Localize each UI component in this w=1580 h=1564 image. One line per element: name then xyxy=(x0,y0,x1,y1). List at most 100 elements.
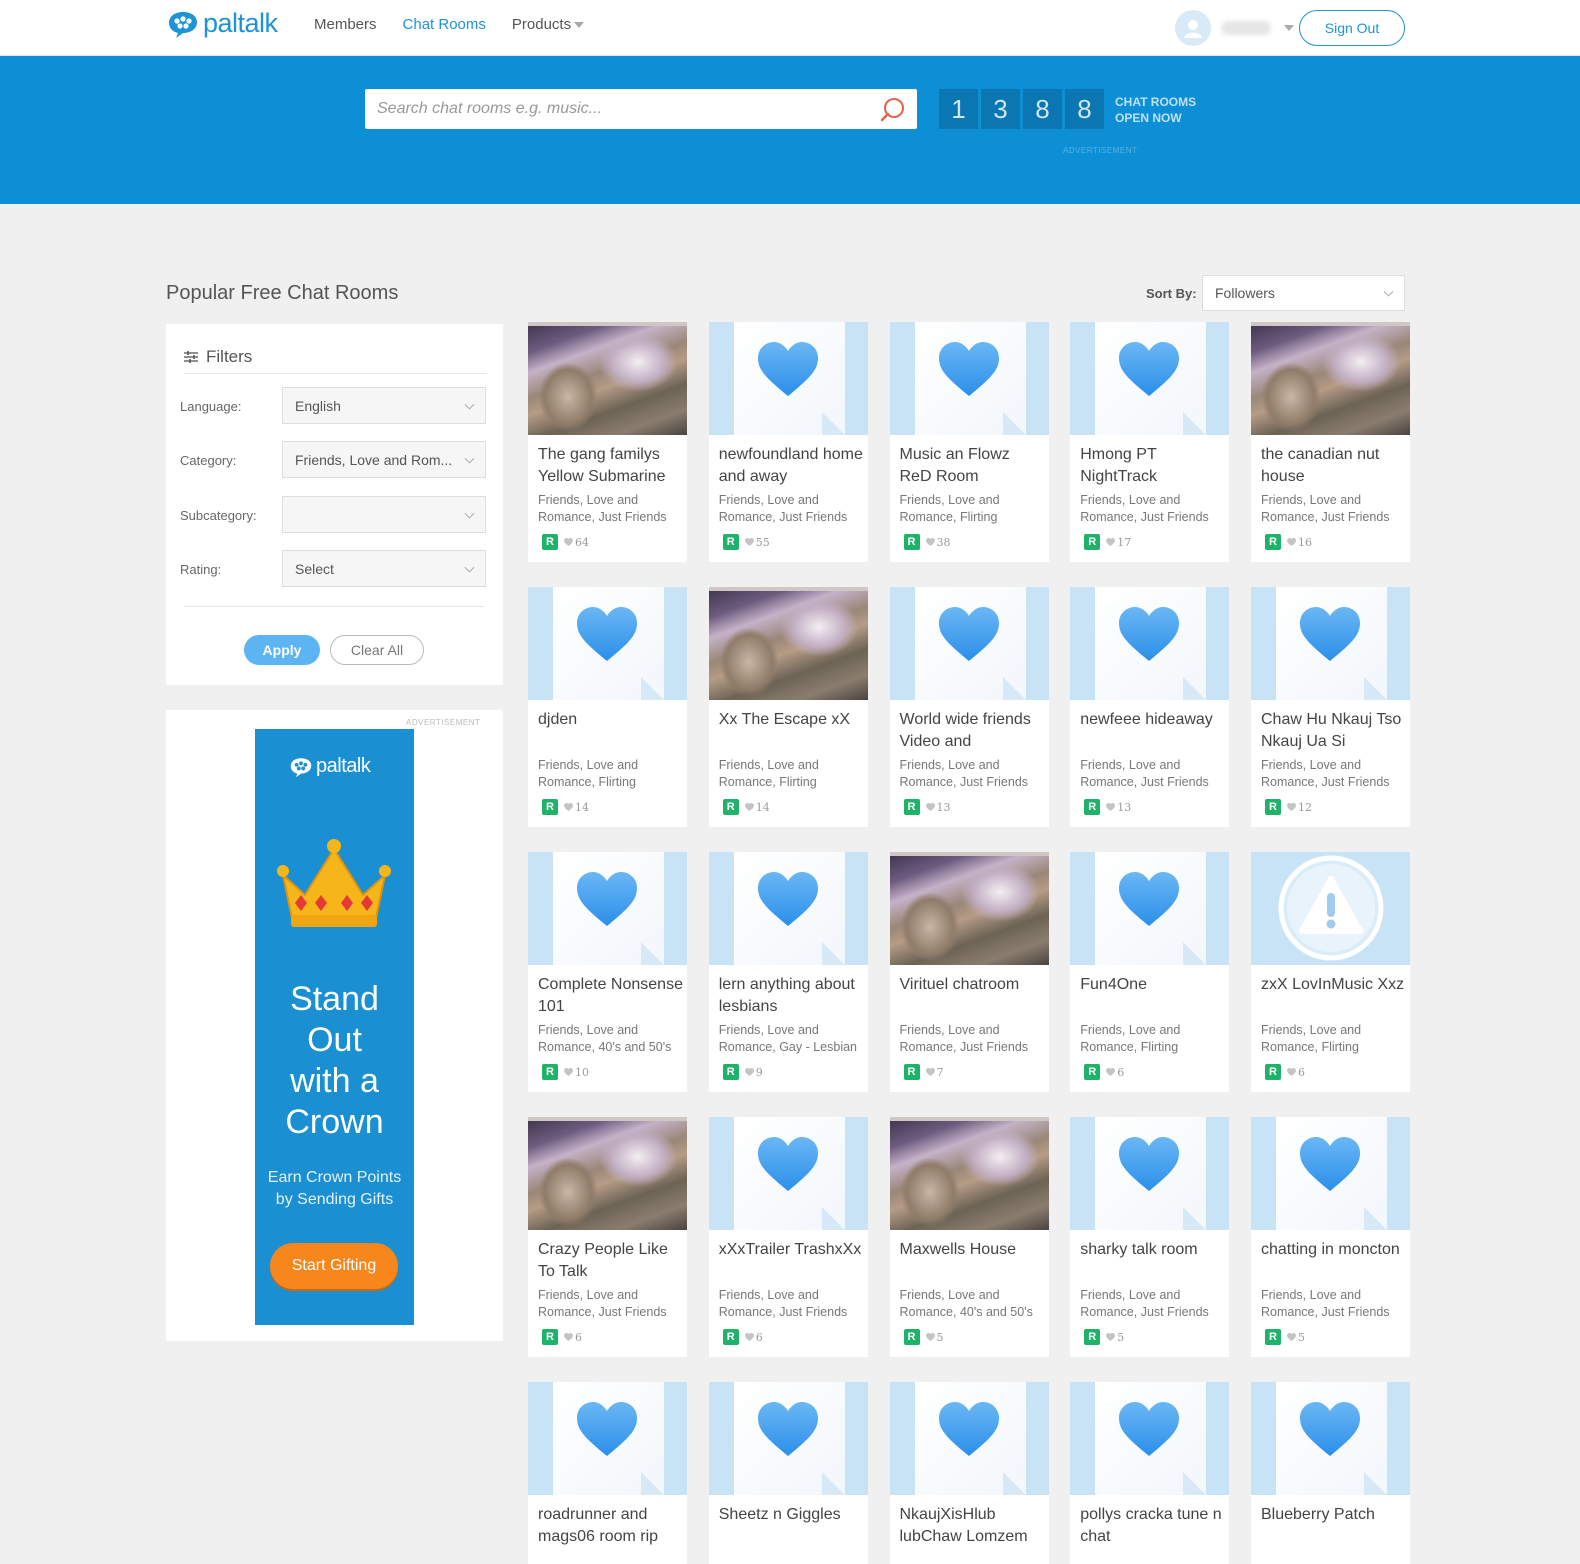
followers-number: 6 xyxy=(575,1330,582,1344)
room-title[interactable]: Music an Flowz ReD Room xyxy=(900,444,1045,488)
room-title[interactable]: roadrunner and mags06 room rip xyxy=(538,1504,683,1548)
room-thumbnail[interactable] xyxy=(528,1382,687,1495)
counter-label-line1: CHAT ROOMS xyxy=(1115,95,1197,109)
room-card[interactable]: Crazy People Like To Talk Friends, Love a… xyxy=(528,1117,687,1357)
room-thumbnail[interactable] xyxy=(1070,322,1230,435)
category-select[interactable]: Friends, Love and Rom... xyxy=(282,441,486,478)
room-title[interactable]: Chaw Hu Nkauj Tso Nkauj Ua Si xyxy=(1261,709,1406,753)
room-thumbnail[interactable] xyxy=(708,852,868,965)
room-thumbnail[interactable] xyxy=(528,1117,687,1230)
room-card[interactable]: sharky talk room Friends, Love and Romanc… xyxy=(1070,1117,1230,1357)
room-card[interactable]: lern anything about lesbians Friends, Lov… xyxy=(708,852,868,1092)
nav-products[interactable]: Products xyxy=(511,16,585,33)
sort-by-select[interactable]: Followers xyxy=(1202,275,1405,311)
room-card[interactable]: NkaujXisHlub lubChaw Lomzem xyxy=(889,1382,1049,1564)
room-title[interactable]: NkaujXisHlub lubChaw Lomzem xyxy=(900,1504,1045,1548)
start-gifting-button[interactable]: Start Gifting xyxy=(270,1243,398,1289)
room-thumbnail[interactable] xyxy=(889,1382,1049,1495)
clear-all-button[interactable]: Clear All xyxy=(330,635,424,665)
ad-paltalk-logo: paltalk xyxy=(289,755,371,778)
room-title[interactable]: Sheetz n Giggles xyxy=(719,1504,864,1526)
room-thumbnail[interactable] xyxy=(1251,1382,1410,1495)
room-card[interactable]: newfoundland home and away Friends, Love … xyxy=(708,322,868,562)
room-thumbnail[interactable] xyxy=(528,852,687,965)
room-title[interactable]: Virituel chatroom xyxy=(900,974,1045,996)
room-meta: R 14 xyxy=(542,799,589,815)
room-title[interactable]: Crazy People Like To Talk xyxy=(538,1239,683,1283)
user-menu[interactable] xyxy=(1175,10,1294,46)
room-card[interactable]: Hmong PT NightTrack Friends, Love and Rom… xyxy=(1070,322,1230,562)
room-thumbnail[interactable] xyxy=(1070,1117,1230,1230)
room-title[interactable]: Fun4One xyxy=(1080,974,1225,996)
room-card[interactable]: the canadian nut house Friends, Love and … xyxy=(1251,322,1410,562)
room-title[interactable]: sharky talk room xyxy=(1080,1239,1225,1261)
room-card[interactable]: zxX LovInMusic Xxz Friends, Love and Roma… xyxy=(1251,852,1410,1092)
room-title[interactable]: chatting in moncton xyxy=(1261,1239,1406,1261)
room-title[interactable]: pollys cracka tune n chat xyxy=(1080,1504,1225,1548)
room-title[interactable]: newfeee hideaway xyxy=(1080,709,1225,731)
room-thumbnail[interactable] xyxy=(1070,1382,1230,1495)
room-thumbnail[interactable] xyxy=(889,322,1049,435)
subcategory-select[interactable] xyxy=(282,496,486,533)
room-card[interactable]: roadrunner and mags06 room rip xyxy=(528,1382,687,1564)
rating-select[interactable]: Select xyxy=(282,550,486,587)
room-thumbnail[interactable] xyxy=(889,852,1049,965)
crown-ad-banner[interactable]: paltalk Stand Out with a Crown Earn Crow… xyxy=(255,729,414,1325)
room-card[interactable]: Music an Flowz ReD Room Friends, Love and… xyxy=(889,322,1049,562)
room-thumbnail[interactable] xyxy=(708,1382,868,1495)
room-card[interactable]: pollys cracka tune n chat xyxy=(1070,1382,1230,1564)
room-card[interactable]: newfeee hideaway Friends, Love and Romanc… xyxy=(1070,587,1230,827)
room-card[interactable]: Virituel chatroom Friends, Love and Roman… xyxy=(889,852,1049,1092)
room-title[interactable]: xXxTrailer TrashxXx xyxy=(719,1239,864,1261)
language-select[interactable]: English xyxy=(282,387,486,424)
room-card[interactable]: djden Friends, Love and Romance, Flirting… xyxy=(528,587,687,827)
room-thumbnail[interactable] xyxy=(708,1117,868,1230)
room-card[interactable]: Maxwells House Friends, Love and Romance,… xyxy=(889,1117,1049,1357)
nav-chat-rooms[interactable]: Chat Rooms xyxy=(403,16,486,33)
room-card[interactable]: World wide friends Video and Friends, Lov… xyxy=(889,587,1049,827)
room-card[interactable]: Sheetz n Giggles xyxy=(708,1382,868,1564)
room-card[interactable]: chatting in moncton Friends, Love and Rom… xyxy=(1251,1117,1410,1357)
room-title[interactable]: Xx The Escape xX xyxy=(719,709,864,731)
room-thumbnail[interactable] xyxy=(1251,1117,1410,1230)
room-title[interactable]: Maxwells House xyxy=(900,1239,1045,1261)
room-title[interactable]: Hmong PT NightTrack xyxy=(1080,444,1225,488)
search-icon[interactable] xyxy=(879,96,907,124)
avatar[interactable] xyxy=(1175,10,1211,46)
room-thumbnail[interactable] xyxy=(889,587,1049,700)
search-input[interactable] xyxy=(365,89,917,129)
room-title[interactable]: newfoundland home and away xyxy=(719,444,864,488)
chevron-down-icon[interactable] xyxy=(1284,25,1294,31)
room-title[interactable]: The gang familys Yellow Submarine xyxy=(538,444,683,488)
room-thumbnail[interactable] xyxy=(889,1117,1049,1230)
room-thumbnail[interactable] xyxy=(1251,587,1410,700)
room-card[interactable]: Chaw Hu Nkauj Tso Nkauj Ua Si Friends, Lo… xyxy=(1251,587,1410,827)
room-title[interactable]: World wide friends Video and xyxy=(900,709,1045,753)
room-thumbnail[interactable] xyxy=(708,322,868,435)
room-thumbnail[interactable] xyxy=(1070,587,1230,700)
room-thumbnail[interactable] xyxy=(708,587,868,700)
room-thumbnail[interactable] xyxy=(528,587,687,700)
paltalk-logo[interactable]: paltalk xyxy=(167,8,278,39)
followers-number: 14 xyxy=(575,800,589,814)
nav-products-label: Products xyxy=(511,16,572,33)
room-title[interactable]: djden xyxy=(538,709,683,731)
room-title[interactable]: Complete Nonsense 101 xyxy=(538,974,683,1018)
room-card[interactable]: xXxTrailer TrashxXx Friends, Love and Rom… xyxy=(708,1117,868,1357)
room-title[interactable]: lern anything about lesbians xyxy=(719,974,864,1018)
room-title[interactable]: the canadian nut house xyxy=(1261,444,1406,488)
nav-members[interactable]: Members xyxy=(314,16,377,33)
room-title[interactable]: Blueberry Patch xyxy=(1261,1504,1406,1526)
room-thumbnail[interactable] xyxy=(1070,852,1230,965)
room-card[interactable]: The gang familys Yellow Submarine Friends… xyxy=(528,322,687,562)
room-card[interactable]: Xx The Escape xX Friends, Love and Romanc… xyxy=(708,587,868,827)
room-title[interactable]: zxX LovInMusic Xxz xyxy=(1261,974,1406,996)
room-card[interactable]: Fun4One Friends, Love and Romance, Flirti… xyxy=(1070,852,1230,1092)
apply-button[interactable]: Apply xyxy=(244,635,320,665)
room-card[interactable]: Complete Nonsense 101 Friends, Love and R… xyxy=(528,852,687,1092)
sign-out-button[interactable]: Sign Out xyxy=(1299,10,1405,46)
room-thumbnail[interactable] xyxy=(1251,322,1410,435)
room-thumbnail[interactable] xyxy=(1251,852,1410,965)
room-thumbnail[interactable] xyxy=(528,322,687,435)
room-card[interactable]: Blueberry Patch xyxy=(1251,1382,1410,1564)
